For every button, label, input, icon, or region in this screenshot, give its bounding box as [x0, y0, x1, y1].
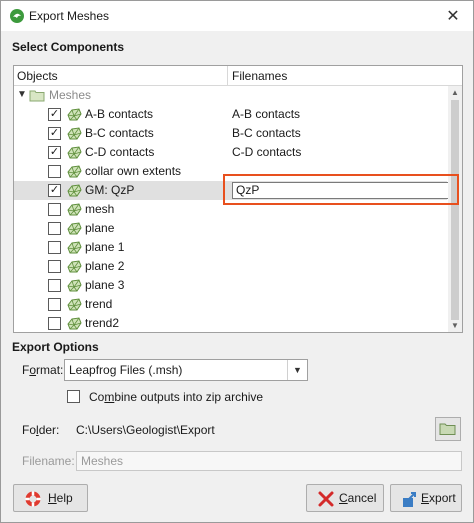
mesh-icon [66, 240, 82, 255]
folder-label: Folder: [22, 423, 60, 437]
format-label: Format: [22, 363, 64, 377]
row-label: plane 3 [85, 278, 125, 292]
vertical-scrollbar[interactable]: ▲ ▼ [448, 86, 462, 332]
row-label: B-C contacts [85, 126, 154, 140]
row-label: plane 2 [85, 259, 125, 273]
filename-edit-highlight [223, 174, 459, 205]
cancel-button[interactable]: Cancel [306, 484, 384, 512]
row-label: trend2 [85, 316, 120, 330]
combine-zip-label[interactable]: Combine outputs into zip archive [89, 390, 263, 404]
chevron-down-icon[interactable]: ▼ [287, 360, 307, 380]
row-label: GM: QzP [85, 183, 135, 197]
row-checkbox[interactable] [48, 222, 61, 235]
tree-row-trend[interactable]: trend [14, 295, 447, 314]
tree-row-c-d-contacts[interactable]: ✓ C-D contacts C-D contacts [14, 143, 447, 162]
format-value: Leapfrog Files (.msh) [69, 363, 183, 377]
row-label: trend [85, 297, 113, 311]
lifebuoy-icon [25, 491, 41, 507]
folder-icon [29, 90, 45, 102]
meshes-folder-label: Meshes [49, 88, 92, 102]
row-filename[interactable]: A-B contacts [232, 107, 300, 121]
tree-row-b-c-contacts[interactable]: ✓ B-C contacts B-C contacts [14, 124, 447, 143]
export-button-label: Export [421, 491, 456, 505]
leapfrog-app-icon [10, 9, 24, 23]
row-label: A-B contacts [85, 107, 154, 121]
mesh-icon [66, 316, 82, 331]
collapse-arrow-icon[interactable]: ▼ [17, 89, 27, 100]
tree-row-plane-2[interactable]: plane 2 [14, 257, 447, 276]
row-checkbox[interactable] [48, 317, 61, 330]
row-label: plane 1 [85, 240, 125, 254]
row-label: mesh [85, 202, 115, 216]
row-label: plane [85, 221, 115, 235]
tree-row-trend2[interactable]: trend2 [14, 314, 447, 332]
row-filename[interactable]: C-D contacts [232, 145, 301, 159]
row-checkbox[interactable]: ✓ [48, 127, 61, 140]
row-checkbox[interactable]: ✓ [48, 146, 61, 159]
close-button[interactable]: ✕ [433, 1, 473, 31]
export-button[interactable]: Export [390, 484, 462, 512]
mesh-icon [66, 145, 82, 160]
row-filename[interactable]: B-C contacts [232, 126, 301, 140]
cancel-button-label: Cancel [339, 491, 377, 505]
filename-label: Filename: [22, 454, 75, 468]
tree-header: Objects Filenames [14, 66, 462, 86]
window-title: Export Meshes [29, 9, 110, 23]
filename-field: Meshes [76, 451, 462, 471]
mesh-icon [66, 107, 82, 122]
format-select[interactable]: Leapfrog Files (.msh) ▼ [64, 359, 308, 381]
row-label: collar own extents [85, 164, 182, 178]
row-checkbox[interactable] [48, 241, 61, 254]
scroll-down-icon[interactable]: ▼ [451, 321, 459, 330]
row-checkbox[interactable] [48, 203, 61, 216]
select-components-heading: Select Components [12, 40, 125, 54]
mesh-icon [66, 297, 82, 312]
row-checkbox[interactable]: ✓ [48, 108, 61, 121]
row-checkbox[interactable] [48, 298, 61, 311]
filenames-column-header[interactable]: Filenames [232, 69, 287, 83]
mesh-icon [66, 164, 82, 179]
export-icon [403, 492, 416, 507]
scroll-thumb[interactable] [451, 100, 459, 320]
open-folder-icon [439, 423, 456, 435]
tree-row-plane-1[interactable]: plane 1 [14, 238, 447, 257]
mesh-icon [66, 278, 82, 293]
browse-folder-button[interactable] [435, 417, 461, 441]
cancel-icon [318, 491, 334, 507]
tree-row-plane[interactable]: plane [14, 219, 447, 238]
tree-root-meshes[interactable]: ▼ Meshes [14, 86, 447, 105]
filename-value: Meshes [81, 454, 124, 468]
mesh-icon [66, 183, 82, 198]
tree-row-a-b-contacts[interactable]: ✓ A-B contacts A-B contacts [14, 105, 447, 124]
help-button[interactable]: Help [13, 484, 88, 512]
mesh-icon [66, 126, 82, 141]
close-icon: ✕ [446, 8, 460, 25]
mesh-icon [66, 221, 82, 236]
tree-row-plane-3[interactable]: plane 3 [14, 276, 447, 295]
scroll-up-icon[interactable]: ▲ [451, 88, 459, 97]
row-checkbox[interactable] [48, 260, 61, 273]
row-checkbox[interactable] [48, 279, 61, 292]
mesh-icon [66, 259, 82, 274]
objects-column-header[interactable]: Objects [17, 69, 58, 83]
row-checkbox[interactable] [48, 165, 61, 178]
combine-zip-checkbox[interactable] [67, 390, 80, 403]
mesh-icon [66, 202, 82, 217]
row-checkbox[interactable]: ✓ [48, 184, 61, 197]
folder-path: C:\Users\Geologist\Export [76, 423, 215, 437]
title-bar: Export Meshes ✕ [1, 1, 473, 31]
row-label: C-D contacts [85, 145, 155, 159]
column-divider[interactable] [227, 66, 228, 86]
help-button-label: Help [48, 491, 73, 505]
export-options-heading: Export Options [12, 340, 99, 354]
export-meshes-dialog: Export Meshes ✕ Select Components Object… [0, 0, 474, 523]
